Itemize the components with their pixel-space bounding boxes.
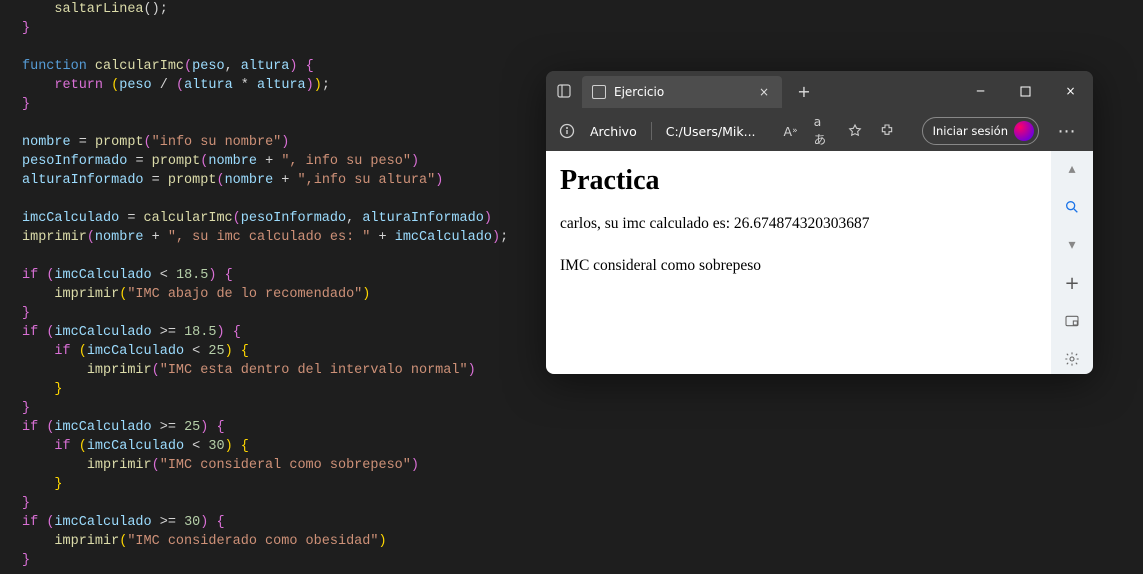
tab-ejercicio[interactable]: Ejercicio × xyxy=(582,76,782,108)
chevron-down-icon[interactable]: ▾ xyxy=(1062,235,1082,255)
var-altura: alturaInformado xyxy=(22,173,144,188)
page-content: Practica carlos, su imc calculado es: 26… xyxy=(546,151,1051,374)
close-tab-icon[interactable]: × xyxy=(756,85,772,99)
var-nombre: nombre xyxy=(22,135,71,150)
browser-sidebar: ▴ ▾ + xyxy=(1051,151,1093,374)
login-label: Iniciar sesión xyxy=(933,124,1008,138)
result-line-2: IMC consideral como sobrepeso xyxy=(560,257,1037,275)
titlebar: Ejercicio × + ─ × xyxy=(546,71,1093,111)
close-window-button[interactable]: × xyxy=(1048,71,1093,111)
addr-label: Archivo xyxy=(590,124,637,139)
more-menu-icon[interactable]: ⋯ xyxy=(1053,121,1081,142)
text-size-icon[interactable]: A» xyxy=(782,122,800,140)
settings-icon[interactable] xyxy=(1062,349,1082,369)
screenshot-icon[interactable] xyxy=(1062,311,1082,331)
login-button[interactable]: Iniciar sesión xyxy=(922,117,1039,145)
avatar-icon xyxy=(1014,121,1034,141)
document-icon xyxy=(592,85,606,99)
var-peso: pesoInformado xyxy=(22,154,127,169)
new-tab-button[interactable]: + xyxy=(788,82,820,101)
page-title: Practica xyxy=(560,165,1037,197)
addr-path[interactable]: C:/Users/Mik... xyxy=(666,124,756,139)
fn-calcularimc: calcularImc xyxy=(95,59,184,74)
tab-title: Ejercicio xyxy=(614,85,664,99)
minimize-button[interactable]: ─ xyxy=(958,71,1003,111)
extensions-icon[interactable] xyxy=(878,122,896,140)
maximize-button[interactable] xyxy=(1003,71,1048,111)
var-imc: imcCalculado xyxy=(22,211,119,226)
browser-window: Ejercicio × + ─ × Archivo C:/Users/Mik..… xyxy=(546,71,1093,374)
info-icon[interactable] xyxy=(558,122,576,140)
fn-saltarlinea: saltarLinea xyxy=(54,2,143,17)
tab-actions-icon[interactable] xyxy=(546,71,582,111)
favorite-icon[interactable] xyxy=(846,122,864,140)
search-icon[interactable] xyxy=(1062,197,1082,217)
address-bar: Archivo C:/Users/Mik... A» aあ Iniciar se… xyxy=(546,111,1093,151)
chevron-up-icon[interactable]: ▴ xyxy=(1062,159,1082,179)
kw-function: function xyxy=(22,59,87,74)
result-line-1: carlos, su imc calculado es: 26.67487432… xyxy=(560,215,1037,233)
add-icon[interactable]: + xyxy=(1062,273,1082,293)
translate-icon[interactable]: aあ xyxy=(814,122,832,140)
